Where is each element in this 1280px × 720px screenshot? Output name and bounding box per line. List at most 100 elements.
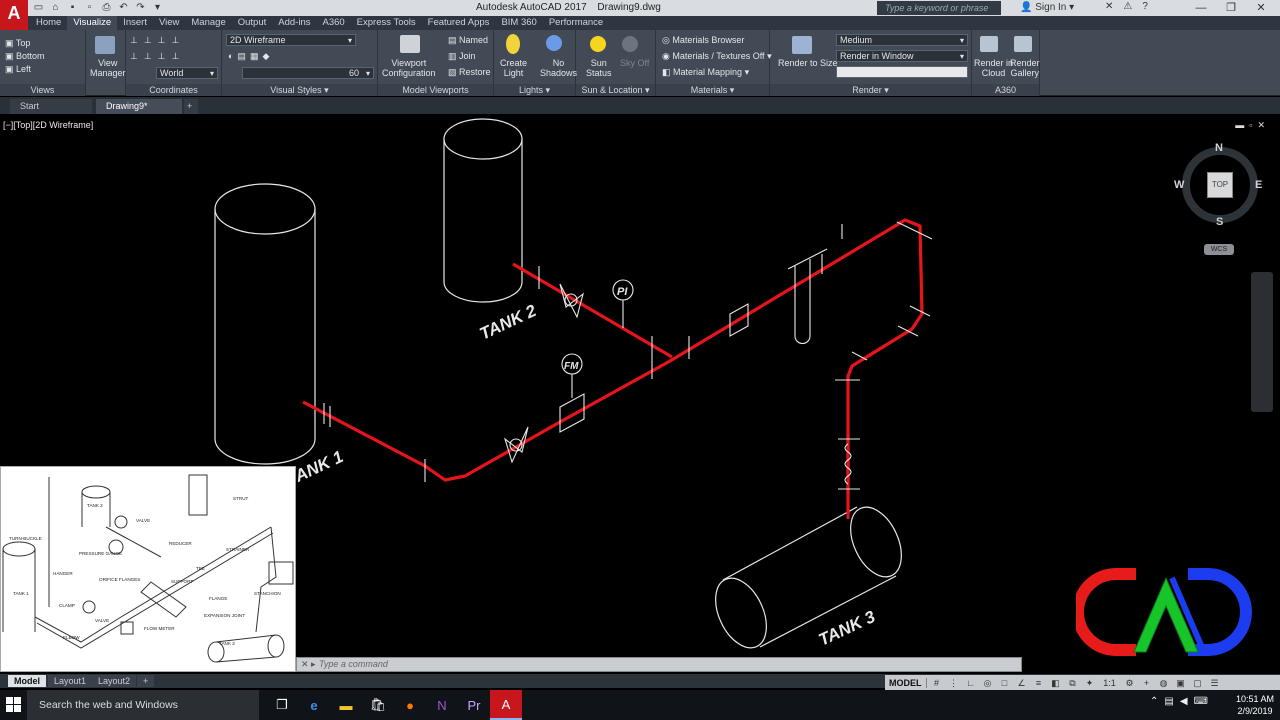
materials-textures-button[interactable]: ◉ Materials / Textures Off ▾ bbox=[662, 51, 772, 62]
sign-in-button[interactable]: 👤 Sign In ▾ bbox=[1020, 2, 1074, 13]
visual-style-combo[interactable]: 2D Wireframe bbox=[226, 34, 356, 46]
tab-a360[interactable]: A360 bbox=[316, 16, 350, 30]
otrack-icon[interactable]: ∠ bbox=[1015, 677, 1029, 689]
layout-tab-layout2[interactable]: Layout2 bbox=[92, 675, 137, 687]
snap-icon[interactable]: ⋮ bbox=[947, 677, 961, 689]
model-space-toggle[interactable]: MODEL bbox=[885, 677, 927, 688]
network-icon[interactable]: ▤ bbox=[1164, 696, 1173, 707]
command-line[interactable]: ✕ ▸ Type a command bbox=[296, 657, 1022, 672]
material-mapping-button[interactable]: ◧ Material Mapping ▾ bbox=[662, 67, 749, 78]
render-gallery-icon[interactable] bbox=[1014, 36, 1032, 52]
render-gallery-button[interactable]: Render Gallery bbox=[1010, 58, 1040, 78]
view-manager-button[interactable]: View Manager bbox=[90, 58, 126, 78]
view-manager-icon[interactable] bbox=[95, 36, 115, 54]
opacity-slider[interactable]: 60 bbox=[242, 67, 374, 79]
tray-expand-icon[interactable]: ⌃ bbox=[1150, 696, 1158, 707]
undo-icon[interactable]: ↶ bbox=[117, 2, 130, 14]
tab-output[interactable]: Output bbox=[232, 16, 273, 30]
light-bulb-icon[interactable] bbox=[506, 34, 520, 54]
render-cloud-icon[interactable] bbox=[980, 36, 998, 52]
annotation-icon[interactable]: ✦ bbox=[1083, 677, 1097, 689]
isolate-icon[interactable]: ◍ bbox=[1157, 677, 1171, 689]
minimize-icon[interactable]: — bbox=[1186, 0, 1216, 16]
firefox-icon[interactable]: ● bbox=[394, 690, 426, 720]
ucs-icons-row2[interactable]: ⊥⊥⊥⊥ bbox=[130, 51, 185, 62]
view-bottom-item[interactable]: ▣ Bottom bbox=[5, 51, 45, 62]
task-view-icon[interactable]: ❐ bbox=[266, 690, 298, 720]
render-quality-combo[interactable]: Medium bbox=[836, 34, 968, 46]
tab-featured-apps[interactable]: Featured Apps bbox=[422, 16, 496, 30]
render-teapot-icon[interactable] bbox=[792, 36, 812, 54]
saveas-icon[interactable]: ▫ bbox=[83, 2, 96, 14]
render-in-combo[interactable]: Render in Window bbox=[836, 50, 968, 62]
restore-icon[interactable]: ❐ bbox=[1216, 0, 1246, 16]
tab-performance[interactable]: Performance bbox=[543, 16, 609, 30]
volume-icon[interactable]: ◀ bbox=[1180, 696, 1188, 707]
join-viewports-button[interactable]: ▥ Join bbox=[448, 51, 476, 62]
viewcube-top-face[interactable]: TOP bbox=[1207, 172, 1233, 198]
taskbar-clock[interactable]: 10:51 AM 2/9/2019 bbox=[1236, 693, 1274, 717]
close-icon[interactable]: ✕ bbox=[1246, 0, 1276, 16]
viewcube[interactable]: TOP N S E W bbox=[1174, 142, 1262, 228]
add-layout-button[interactable]: + bbox=[137, 675, 155, 687]
navigation-bar[interactable] bbox=[1251, 272, 1273, 412]
open-icon[interactable]: ⌂ bbox=[49, 2, 62, 14]
tab-visualize[interactable]: Visualize bbox=[67, 16, 118, 30]
lineweight-icon[interactable]: ≡ bbox=[1032, 677, 1046, 689]
premiere-icon[interactable]: Pr bbox=[458, 690, 490, 720]
compass-east[interactable]: E bbox=[1255, 179, 1262, 191]
autocad-logo-button[interactable]: A bbox=[0, 0, 28, 30]
ortho-icon[interactable]: ∟ bbox=[964, 677, 978, 689]
visual-style-icons[interactable]: ◐▤▦◆ bbox=[228, 51, 273, 62]
new-tab-button[interactable]: + bbox=[184, 99, 198, 114]
render-to-size-button[interactable]: Render to Size bbox=[778, 58, 838, 68]
help-search-input[interactable]: Type a keyword or phrase bbox=[877, 1, 1001, 15]
workspace-gear-icon[interactable]: ⚙ bbox=[1123, 677, 1137, 689]
taskbar-search-box[interactable]: Search the web and Windows bbox=[27, 690, 259, 720]
tab-express-tools[interactable]: Express Tools bbox=[351, 16, 422, 30]
tab-home[interactable]: Home bbox=[30, 16, 67, 30]
layout-tab-model[interactable]: Model bbox=[8, 675, 46, 687]
clean-screen-icon[interactable]: ▢ bbox=[1191, 677, 1205, 689]
command-line-close-icon[interactable]: ✕ ▸ bbox=[301, 659, 316, 670]
view-left-item[interactable]: ▣ Left bbox=[5, 64, 31, 75]
redo-icon[interactable]: ↷ bbox=[134, 2, 147, 14]
onenote-icon[interactable]: N bbox=[426, 690, 458, 720]
ucs-combo[interactable]: World bbox=[156, 67, 218, 79]
exchange-icon[interactable]: ✕ bbox=[1105, 1, 1113, 12]
new-icon[interactable]: ▭ bbox=[32, 2, 45, 14]
osnap-icon[interactable]: □ bbox=[998, 677, 1012, 689]
tab-bim360[interactable]: BIM 360 bbox=[495, 16, 542, 30]
qat-dropdown-icon[interactable]: ▾ bbox=[151, 2, 164, 14]
customize-icon[interactable]: ☰ bbox=[1208, 677, 1222, 689]
sun-status-button[interactable]: Sun Status bbox=[586, 58, 612, 78]
hardware-accel-icon[interactable]: ▣ bbox=[1174, 677, 1188, 689]
viewport-configuration-button[interactable]: Viewport Configuration bbox=[382, 58, 436, 78]
named-viewports-button[interactable]: ▤ Named bbox=[448, 35, 488, 46]
layout-tab-layout1[interactable]: Layout1 bbox=[48, 675, 93, 687]
tab-manage[interactable]: Manage bbox=[185, 16, 231, 30]
grid-icon[interactable]: # bbox=[930, 677, 944, 689]
plot-icon[interactable]: ⎙ bbox=[100, 2, 113, 14]
materials-browser-button[interactable]: ◎ Materials Browser bbox=[662, 35, 744, 46]
file-tab-drawing9[interactable]: Drawing9* bbox=[96, 99, 182, 114]
compass-north[interactable]: N bbox=[1215, 142, 1223, 154]
selection-cycling-icon[interactable]: ⧉ bbox=[1066, 677, 1080, 689]
shadows-sphere-icon[interactable] bbox=[546, 35, 562, 51]
a360-icon[interactable]: ⚠ bbox=[1123, 1, 1132, 12]
edge-icon[interactable]: e bbox=[298, 690, 330, 720]
polar-icon[interactable]: ◎ bbox=[981, 677, 995, 689]
transparency-icon[interactable]: ◧ bbox=[1049, 677, 1063, 689]
render-in-cloud-button[interactable]: Render in Cloud bbox=[974, 58, 1013, 78]
store-icon[interactable]: 🛍 bbox=[362, 690, 394, 720]
restore-viewports-button[interactable]: ▧ Restore bbox=[448, 67, 491, 78]
ucs-icons-row1[interactable]: ⊥⊥⊥⊥ bbox=[130, 35, 185, 46]
add-icon[interactable]: + bbox=[1140, 677, 1154, 689]
compass-south[interactable]: S bbox=[1216, 216, 1223, 228]
file-tab-start[interactable]: Start bbox=[10, 99, 92, 114]
autocad-taskbar-icon[interactable]: A bbox=[490, 690, 522, 720]
keyboard-icon[interactable]: ⌨ bbox=[1194, 696, 1208, 707]
command-input[interactable]: Type a command bbox=[319, 659, 388, 669]
file-explorer-icon[interactable]: ▬ bbox=[330, 690, 362, 720]
tab-add-ins[interactable]: Add-ins bbox=[272, 16, 316, 30]
